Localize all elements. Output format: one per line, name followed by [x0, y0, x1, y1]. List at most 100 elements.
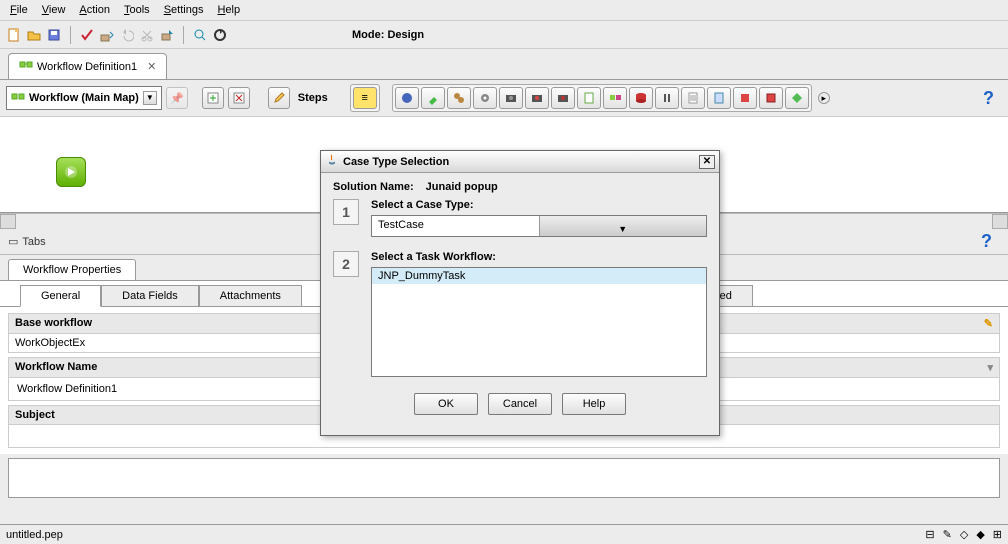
solution-name-value: Junaid popup: [426, 181, 498, 193]
toolbar-separator: [183, 26, 184, 44]
start-node[interactable]: [56, 157, 86, 187]
menu-action[interactable]: Action: [73, 2, 116, 18]
ok-button[interactable]: OK: [414, 393, 478, 415]
step-1-badge: 1: [333, 199, 359, 225]
new-icon[interactable]: [6, 27, 22, 43]
subtab-attachments[interactable]: Attachments: [199, 285, 302, 306]
mode-label: Mode: Design: [352, 29, 424, 41]
steps-button[interactable]: Steps: [294, 90, 332, 106]
undo-icon[interactable]: [119, 27, 135, 43]
java-icon: [325, 153, 339, 170]
help-icon[interactable]: ?: [983, 88, 994, 109]
add-icon[interactable]: [202, 87, 224, 109]
subtab-general[interactable]: General: [20, 285, 101, 307]
menu-view[interactable]: View: [36, 2, 72, 18]
case-type-label: Select a Case Type:: [371, 199, 707, 211]
tool-page-icon[interactable]: [707, 87, 731, 109]
workflow-combo-label: Workflow (Main Map): [29, 92, 139, 104]
dialog-body: Solution Name: Junaid popup 1 Select a C…: [321, 173, 719, 435]
open-icon[interactable]: [26, 27, 42, 43]
label-text: Workflow Name: [15, 361, 97, 374]
tool-circle-icon[interactable]: [395, 87, 419, 109]
edit-icon[interactable]: [268, 87, 290, 109]
tool-sheet-icon[interactable]: [681, 87, 705, 109]
workflow-combo[interactable]: Workflow (Main Map) ▼: [6, 86, 162, 110]
close-tab-icon[interactable]: ✕: [147, 60, 156, 73]
label-text: Base workflow: [15, 317, 92, 330]
dropdown-icon[interactable]: ▼: [143, 91, 157, 105]
tool-red1-icon[interactable]: [733, 87, 757, 109]
tool-gear-icon[interactable]: [473, 87, 497, 109]
menu-tools[interactable]: Tools: [118, 2, 156, 18]
tool-db-icon[interactable]: [629, 87, 653, 109]
dialog-titlebar[interactable]: Case Type Selection ✕: [321, 151, 719, 173]
pin-icon[interactable]: 📌: [166, 87, 188, 109]
status-icon-3[interactable]: ◇: [960, 528, 968, 541]
close-icon[interactable]: ✕: [699, 155, 715, 169]
edit-icon[interactable]: ✎: [984, 317, 993, 330]
editor-area[interactable]: [8, 458, 1000, 498]
palette-list-icon[interactable]: ≡: [353, 87, 377, 109]
palette-row: ≡: [350, 84, 380, 112]
dialog-buttons: OK Cancel Help: [333, 383, 707, 427]
scroll-right-icon[interactable]: [992, 214, 1008, 229]
subtab-datafields[interactable]: Data Fields: [101, 285, 199, 306]
status-icon-5[interactable]: ⊞: [993, 528, 1002, 541]
more-icon[interactable]: ▸: [818, 92, 830, 104]
dialog-title: Case Type Selection: [343, 156, 449, 168]
workflow-toolbar: Workflow (Main Map) ▼ 📌 Steps ≡ ▸ ?: [0, 80, 1008, 117]
tool-node-icon[interactable]: [603, 87, 627, 109]
tool-pause-icon[interactable]: [655, 87, 679, 109]
help-icon[interactable]: ?: [981, 231, 992, 252]
task-workflow-list[interactable]: JNP_DummyTask: [371, 267, 707, 377]
save-icon[interactable]: [46, 27, 62, 43]
menu-settings[interactable]: Settings: [158, 2, 210, 18]
workflow-icon: [11, 90, 25, 107]
refresh-icon[interactable]: [212, 27, 228, 43]
step-2-badge: 2: [333, 251, 359, 277]
help-button[interactable]: Help: [562, 393, 626, 415]
status-icons: ⊟ ✎ ◇ ◆ ⊞: [925, 528, 1002, 541]
tool-chain-icon[interactable]: [447, 87, 471, 109]
tabs-icon: ▭: [8, 235, 18, 248]
tool-camera3-icon[interactable]: [551, 87, 575, 109]
tool-red2-icon[interactable]: [759, 87, 783, 109]
status-icon-2[interactable]: ✎: [943, 528, 952, 541]
toolbar-separator: [70, 26, 71, 44]
menu-file[interactable]: File: [4, 2, 34, 18]
solution-name-label: Solution Name:: [333, 181, 414, 193]
menubar: File View Action Tools Settings Help: [0, 0, 1008, 21]
tabs-label: Tabs: [22, 236, 45, 248]
transfer-icon[interactable]: [99, 27, 115, 43]
required-icon: ▾: [987, 361, 993, 374]
tool-doc-icon[interactable]: [577, 87, 601, 109]
main-toolbar: Mode: Design: [0, 21, 1008, 49]
doc-tab[interactable]: Workflow Definition1 ✕: [8, 53, 167, 79]
zoom-icon[interactable]: [192, 27, 208, 43]
dropdown-icon[interactable]: ▼: [539, 216, 707, 236]
menu-help[interactable]: Help: [211, 2, 246, 18]
tab-workflow-properties[interactable]: Workflow Properties: [8, 259, 136, 280]
status-icon-1[interactable]: ⊟: [925, 528, 934, 541]
tool-plug-icon[interactable]: [421, 87, 445, 109]
case-type-combo[interactable]: TestCase ▼: [371, 215, 707, 237]
status-icon-4[interactable]: ◆: [976, 528, 984, 541]
launch-icon[interactable]: [159, 27, 175, 43]
statusbar: untitled.pep ⊟ ✎ ◇ ◆ ⊞: [0, 524, 1008, 544]
task-workflow-label: Select a Task Workflow:: [371, 251, 707, 263]
tool-camera2-icon[interactable]: [525, 87, 549, 109]
cancel-button[interactable]: Cancel: [488, 393, 552, 415]
cut-icon[interactable]: [139, 27, 155, 43]
validate-icon[interactable]: [79, 27, 95, 43]
task-workflow-item[interactable]: JNP_DummyTask: [372, 268, 706, 284]
delete-icon[interactable]: [228, 87, 250, 109]
tool-camera-icon[interactable]: [499, 87, 523, 109]
doc-tabstrip: Workflow Definition1 ✕: [0, 49, 1008, 80]
scroll-left-icon[interactable]: [0, 214, 16, 229]
doc-tab-label: Workflow Definition1: [37, 61, 137, 73]
tool-diamond-icon[interactable]: [785, 87, 809, 109]
case-type-value: TestCase: [372, 216, 539, 236]
status-file: untitled.pep: [6, 529, 63, 541]
case-type-dialog: Case Type Selection ✕ Solution Name: Jun…: [320, 150, 720, 436]
tools-row: [392, 84, 812, 112]
